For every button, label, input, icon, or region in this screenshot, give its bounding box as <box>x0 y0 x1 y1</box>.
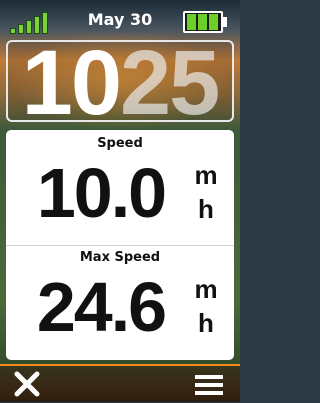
close-button[interactable] <box>10 369 44 399</box>
max-speed-label: Max Speed <box>79 250 161 265</box>
bottom-toolbar <box>0 364 240 402</box>
signal-strength-icon <box>10 12 52 34</box>
max-speed-value: 24.6 <box>36 268 167 346</box>
status-bar: May 30 <box>0 0 240 42</box>
max-speed-field[interactable]: Max Speed 24.6 m h <box>6 244 234 356</box>
battery-icon <box>183 11 227 33</box>
speed-label: Speed <box>97 136 143 151</box>
max-speed-unit-bottom: h <box>198 308 214 338</box>
speed-unit-top: m <box>194 160 218 190</box>
clock-time: 1025 <box>8 40 232 122</box>
close-icon <box>14 371 40 397</box>
clock-minutes: 25 <box>120 40 220 122</box>
speed-value: 10.0 <box>36 154 167 232</box>
clock-panel: 1025 <box>6 40 234 122</box>
speed-unit-bottom: h <box>198 194 214 224</box>
clock-hours: 10 <box>21 40 122 122</box>
speed-unit: m h <box>186 158 226 226</box>
max-speed-unit: m h <box>186 272 226 340</box>
speed-field[interactable]: Speed 10.0 m h <box>6 130 234 242</box>
menu-button[interactable] <box>190 371 230 399</box>
data-fields-card: Speed 10.0 m h Max Speed 24.6 m h <box>6 130 234 360</box>
max-speed-unit-top: m <box>194 274 218 304</box>
date-label: May 30 <box>87 10 153 29</box>
menu-icon <box>195 375 223 395</box>
